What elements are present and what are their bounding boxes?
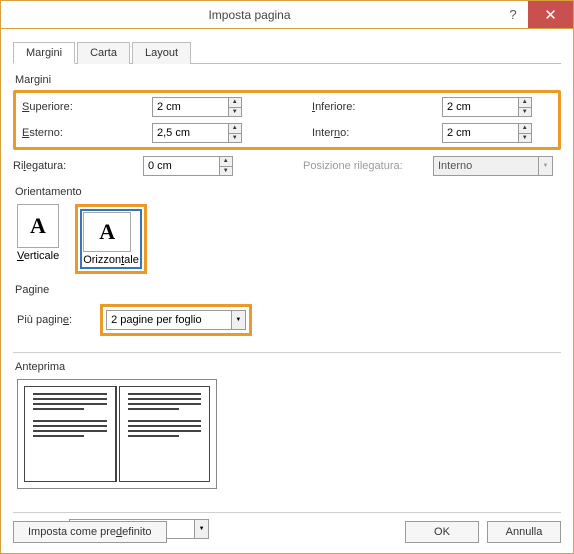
- spin-up-icon[interactable]: ▲: [519, 98, 531, 108]
- window-title: Imposta pagina: [1, 8, 498, 22]
- landscape-icon: A: [83, 212, 131, 252]
- preview-image: [17, 379, 217, 489]
- section-orientation-label: Orientamento: [15, 186, 561, 198]
- spin-down-icon[interactable]: ▼: [229, 108, 241, 117]
- inside-margin-input[interactable]: ▲▼: [442, 123, 532, 143]
- section-margins-label: Margini: [15, 74, 561, 86]
- bottom-margin-label: Inferiore:: [312, 101, 442, 113]
- margins-highlight: Superiore: ▲▼ Inferiore: ▲▼ Esterno: ▲▼: [13, 90, 561, 150]
- portrait-icon: A: [17, 204, 59, 248]
- multi-pages-highlight: ▼: [100, 304, 252, 336]
- help-button[interactable]: ?: [498, 1, 528, 28]
- chevron-down-icon[interactable]: ▼: [231, 311, 245, 329]
- section-preview-label: Anteprima: [15, 361, 561, 373]
- spin-up-icon[interactable]: ▲: [220, 157, 232, 167]
- outside-margin-label: Esterno:: [22, 127, 152, 139]
- spin-down-icon[interactable]: ▼: [229, 134, 241, 143]
- set-default-button[interactable]: Imposta come predefinito: [13, 521, 167, 543]
- tab-paper[interactable]: Carta: [77, 42, 130, 64]
- divider: [13, 352, 561, 353]
- outside-margin-input[interactable]: ▲▼: [152, 123, 242, 143]
- multi-pages-label: Più pagine:: [17, 314, 72, 326]
- close-button[interactable]: ✕: [528, 1, 573, 28]
- bottom-margin-input[interactable]: ▲▼: [442, 97, 532, 117]
- spin-down-icon[interactable]: ▼: [519, 108, 531, 117]
- spin-down-icon[interactable]: ▼: [519, 134, 531, 143]
- orientation-highlight: A Orizzontale: [75, 204, 147, 274]
- orientation-landscape-label: Orizzontale: [83, 254, 139, 266]
- top-margin-label: Superiore:: [22, 101, 152, 113]
- gutter-pos-label: Posizione rilegatura:: [303, 160, 433, 172]
- gutter-input[interactable]: ▲▼: [143, 156, 233, 176]
- spin-down-icon[interactable]: ▼: [220, 167, 232, 176]
- gutter-label: Rilegatura:: [13, 160, 143, 172]
- multi-pages-combo[interactable]: ▼: [106, 310, 246, 330]
- spin-up-icon[interactable]: ▲: [229, 98, 241, 108]
- inside-margin-label: Interno:: [312, 127, 442, 139]
- cancel-button[interactable]: Annulla: [487, 521, 561, 543]
- page-setup-dialog: Imposta pagina ? ✕ Margini Carta Layout …: [0, 0, 574, 554]
- orientation-portrait[interactable]: A Verticale: [17, 204, 59, 262]
- section-pages-label: Pagine: [15, 284, 561, 296]
- chevron-down-icon: ▼: [538, 157, 552, 175]
- tab-layout[interactable]: Layout: [132, 42, 191, 64]
- titlebar: Imposta pagina ? ✕: [1, 1, 573, 29]
- tab-strip: Margini Carta Layout: [13, 41, 561, 64]
- orientation-landscape[interactable]: A Orizzontale: [83, 212, 139, 266]
- spin-up-icon[interactable]: ▲: [519, 124, 531, 134]
- gutter-pos-combo: ▼: [433, 156, 553, 176]
- spin-up-icon[interactable]: ▲: [229, 124, 241, 134]
- tab-margins[interactable]: Margini: [13, 42, 75, 64]
- top-margin-input[interactable]: ▲▼: [152, 97, 242, 117]
- ok-button[interactable]: OK: [405, 521, 479, 543]
- dialog-footer: Imposta come predefinito OK Annulla: [13, 512, 561, 543]
- orientation-portrait-label: Verticale: [17, 250, 59, 262]
